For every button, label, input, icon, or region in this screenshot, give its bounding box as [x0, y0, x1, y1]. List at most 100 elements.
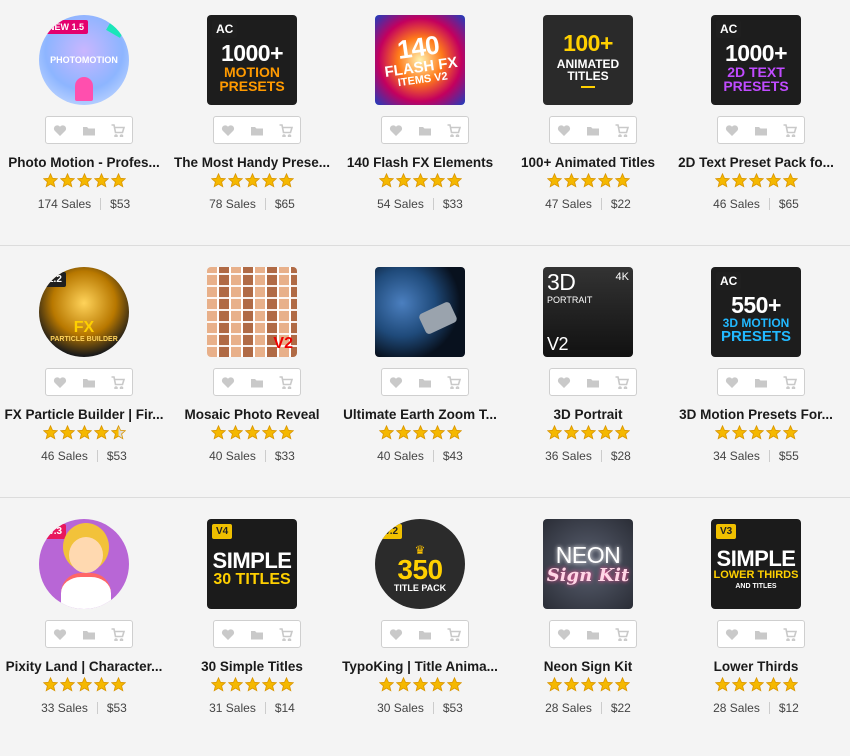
star-rating	[168, 677, 336, 692]
price: $22	[610, 701, 631, 715]
folder-button[interactable]	[582, 623, 604, 645]
heart-button[interactable]	[553, 623, 575, 645]
product-thumbnail[interactable]: 140 FLASH FX ITEMS V2	[375, 15, 465, 105]
folder-button[interactable]	[414, 623, 436, 645]
heart-button[interactable]	[721, 119, 743, 141]
folder-button[interactable]	[414, 371, 436, 393]
product-title[interactable]: 3D Portrait	[508, 407, 668, 422]
star-icon	[210, 173, 226, 188]
folder-button[interactable]	[750, 371, 772, 393]
cart-button[interactable]	[275, 623, 297, 645]
heart-button[interactable]	[553, 371, 575, 393]
cart-button[interactable]	[275, 371, 297, 393]
product-title[interactable]: Mosaic Photo Reveal	[172, 407, 332, 422]
folder-button[interactable]	[750, 119, 772, 141]
product-title[interactable]: TypoKing | Title Anima...	[340, 659, 500, 674]
folder-button[interactable]	[414, 119, 436, 141]
heart-button[interactable]	[49, 623, 71, 645]
heart-button[interactable]	[49, 119, 71, 141]
folder-icon	[754, 126, 767, 135]
cart-icon	[447, 123, 461, 137]
product-title[interactable]: 30 Simple Titles	[172, 659, 332, 674]
heart-button[interactable]	[385, 119, 407, 141]
product-title[interactable]: Neon Sign Kit	[508, 659, 668, 674]
product-meta: 46 Sales $53	[0, 449, 168, 463]
cart-button[interactable]	[443, 623, 465, 645]
cart-button[interactable]	[611, 119, 633, 141]
product-title[interactable]: 140 Flash FX Elements	[340, 155, 500, 170]
product-card: AC 1000+ MOTION PRESETS The Most Handy P…	[168, 0, 336, 252]
product-thumbnail[interactable]: AC 1000+ 2D TEXT PRESETS	[711, 15, 801, 105]
folder-button[interactable]	[78, 371, 100, 393]
heart-icon	[558, 124, 571, 136]
product-thumbnail[interactable]: V.3	[39, 519, 129, 609]
folder-button[interactable]	[78, 623, 100, 645]
product-thumbnail[interactable]: 1.2 FX PARTICLE BUILDER	[39, 267, 129, 357]
star-icon	[42, 425, 58, 440]
heart-icon	[558, 376, 571, 388]
product-thumbnail[interactable]: 100+ ANIMATED TITLES	[543, 15, 633, 105]
product-title[interactable]: 3D Motion Presets For...	[676, 407, 836, 422]
heart-button[interactable]	[217, 119, 239, 141]
product-meta: 46 Sales $65	[672, 197, 840, 211]
star-icon	[748, 425, 764, 440]
cart-icon	[111, 375, 125, 389]
product-actions	[45, 620, 133, 648]
cart-button[interactable]	[275, 119, 297, 141]
folder-button[interactable]	[246, 119, 268, 141]
heart-button[interactable]	[721, 371, 743, 393]
product-title[interactable]: The Most Handy Prese...	[172, 155, 332, 170]
cart-button[interactable]	[779, 119, 801, 141]
cart-button[interactable]	[443, 119, 465, 141]
heart-button[interactable]	[385, 371, 407, 393]
folder-button[interactable]	[750, 623, 772, 645]
product-thumbnail[interactable]: V4 SIMPLE 30 TITLES	[207, 519, 297, 609]
sales-count: 31 Sales	[209, 701, 256, 715]
product-title[interactable]: 2D Text Preset Pack fo...	[676, 155, 836, 170]
product-card: V4 SIMPLE 30 TITLES 30 Simple Titles 31 S…	[168, 504, 336, 756]
product-thumbnail[interactable]: NEW 1.5 PHOTOMOTION	[39, 15, 129, 105]
product-thumbnail[interactable]: AC 1000+ MOTION PRESETS	[207, 15, 297, 105]
product-thumbnail[interactable]: V3 SIMPLE LOWER THIRDS AND TITLES	[711, 519, 801, 609]
star-icon	[261, 425, 277, 440]
price: $33	[442, 197, 463, 211]
product-thumbnail[interactable]	[375, 267, 465, 357]
folder-button[interactable]	[582, 371, 604, 393]
folder-button[interactable]	[78, 119, 100, 141]
product-title[interactable]: Ultimate Earth Zoom T...	[340, 407, 500, 422]
product-title[interactable]: Lower Thirds	[676, 659, 836, 674]
cart-button[interactable]	[443, 371, 465, 393]
heart-button[interactable]	[721, 623, 743, 645]
product-thumbnail[interactable]: 3D PORTRAIT 4K V2	[543, 267, 633, 357]
product-title[interactable]: Photo Motion - Profes...	[4, 155, 164, 170]
product-thumbnail[interactable]: V2	[207, 267, 297, 357]
cart-button[interactable]	[611, 623, 633, 645]
folder-button[interactable]	[246, 371, 268, 393]
product-title[interactable]: 100+ Animated Titles	[508, 155, 668, 170]
cart-icon	[615, 123, 629, 137]
product-thumbnail[interactable]: NEON Sign Kit	[543, 519, 633, 609]
cart-button[interactable]	[107, 623, 129, 645]
heart-button[interactable]	[49, 371, 71, 393]
cart-button[interactable]	[779, 371, 801, 393]
folder-button[interactable]	[582, 119, 604, 141]
price: $22	[610, 197, 631, 211]
cart-button[interactable]	[107, 371, 129, 393]
thumbnail-text: 2D TEXT	[727, 63, 785, 80]
star-icon	[110, 677, 126, 692]
product-thumbnail[interactable]: AC 550+ 3D MOTION PRESETS	[711, 267, 801, 357]
heart-button[interactable]	[553, 119, 575, 141]
product-title[interactable]: FX Particle Builder | Fir...	[4, 407, 164, 422]
heart-button[interactable]	[217, 371, 239, 393]
folder-button[interactable]	[246, 623, 268, 645]
folder-icon	[250, 378, 263, 387]
product-thumbnail[interactable]: V.2 ♛ 350 TITLE PACK	[375, 519, 465, 609]
heart-button[interactable]	[217, 623, 239, 645]
cart-button[interactable]	[107, 119, 129, 141]
star-icon	[93, 173, 109, 188]
product-card: NEW 1.5 PHOTOMOTION Photo Motion - Profe…	[0, 0, 168, 252]
cart-button[interactable]	[779, 623, 801, 645]
heart-button[interactable]	[385, 623, 407, 645]
product-title[interactable]: Pixity Land | Character...	[4, 659, 164, 674]
cart-button[interactable]	[611, 371, 633, 393]
